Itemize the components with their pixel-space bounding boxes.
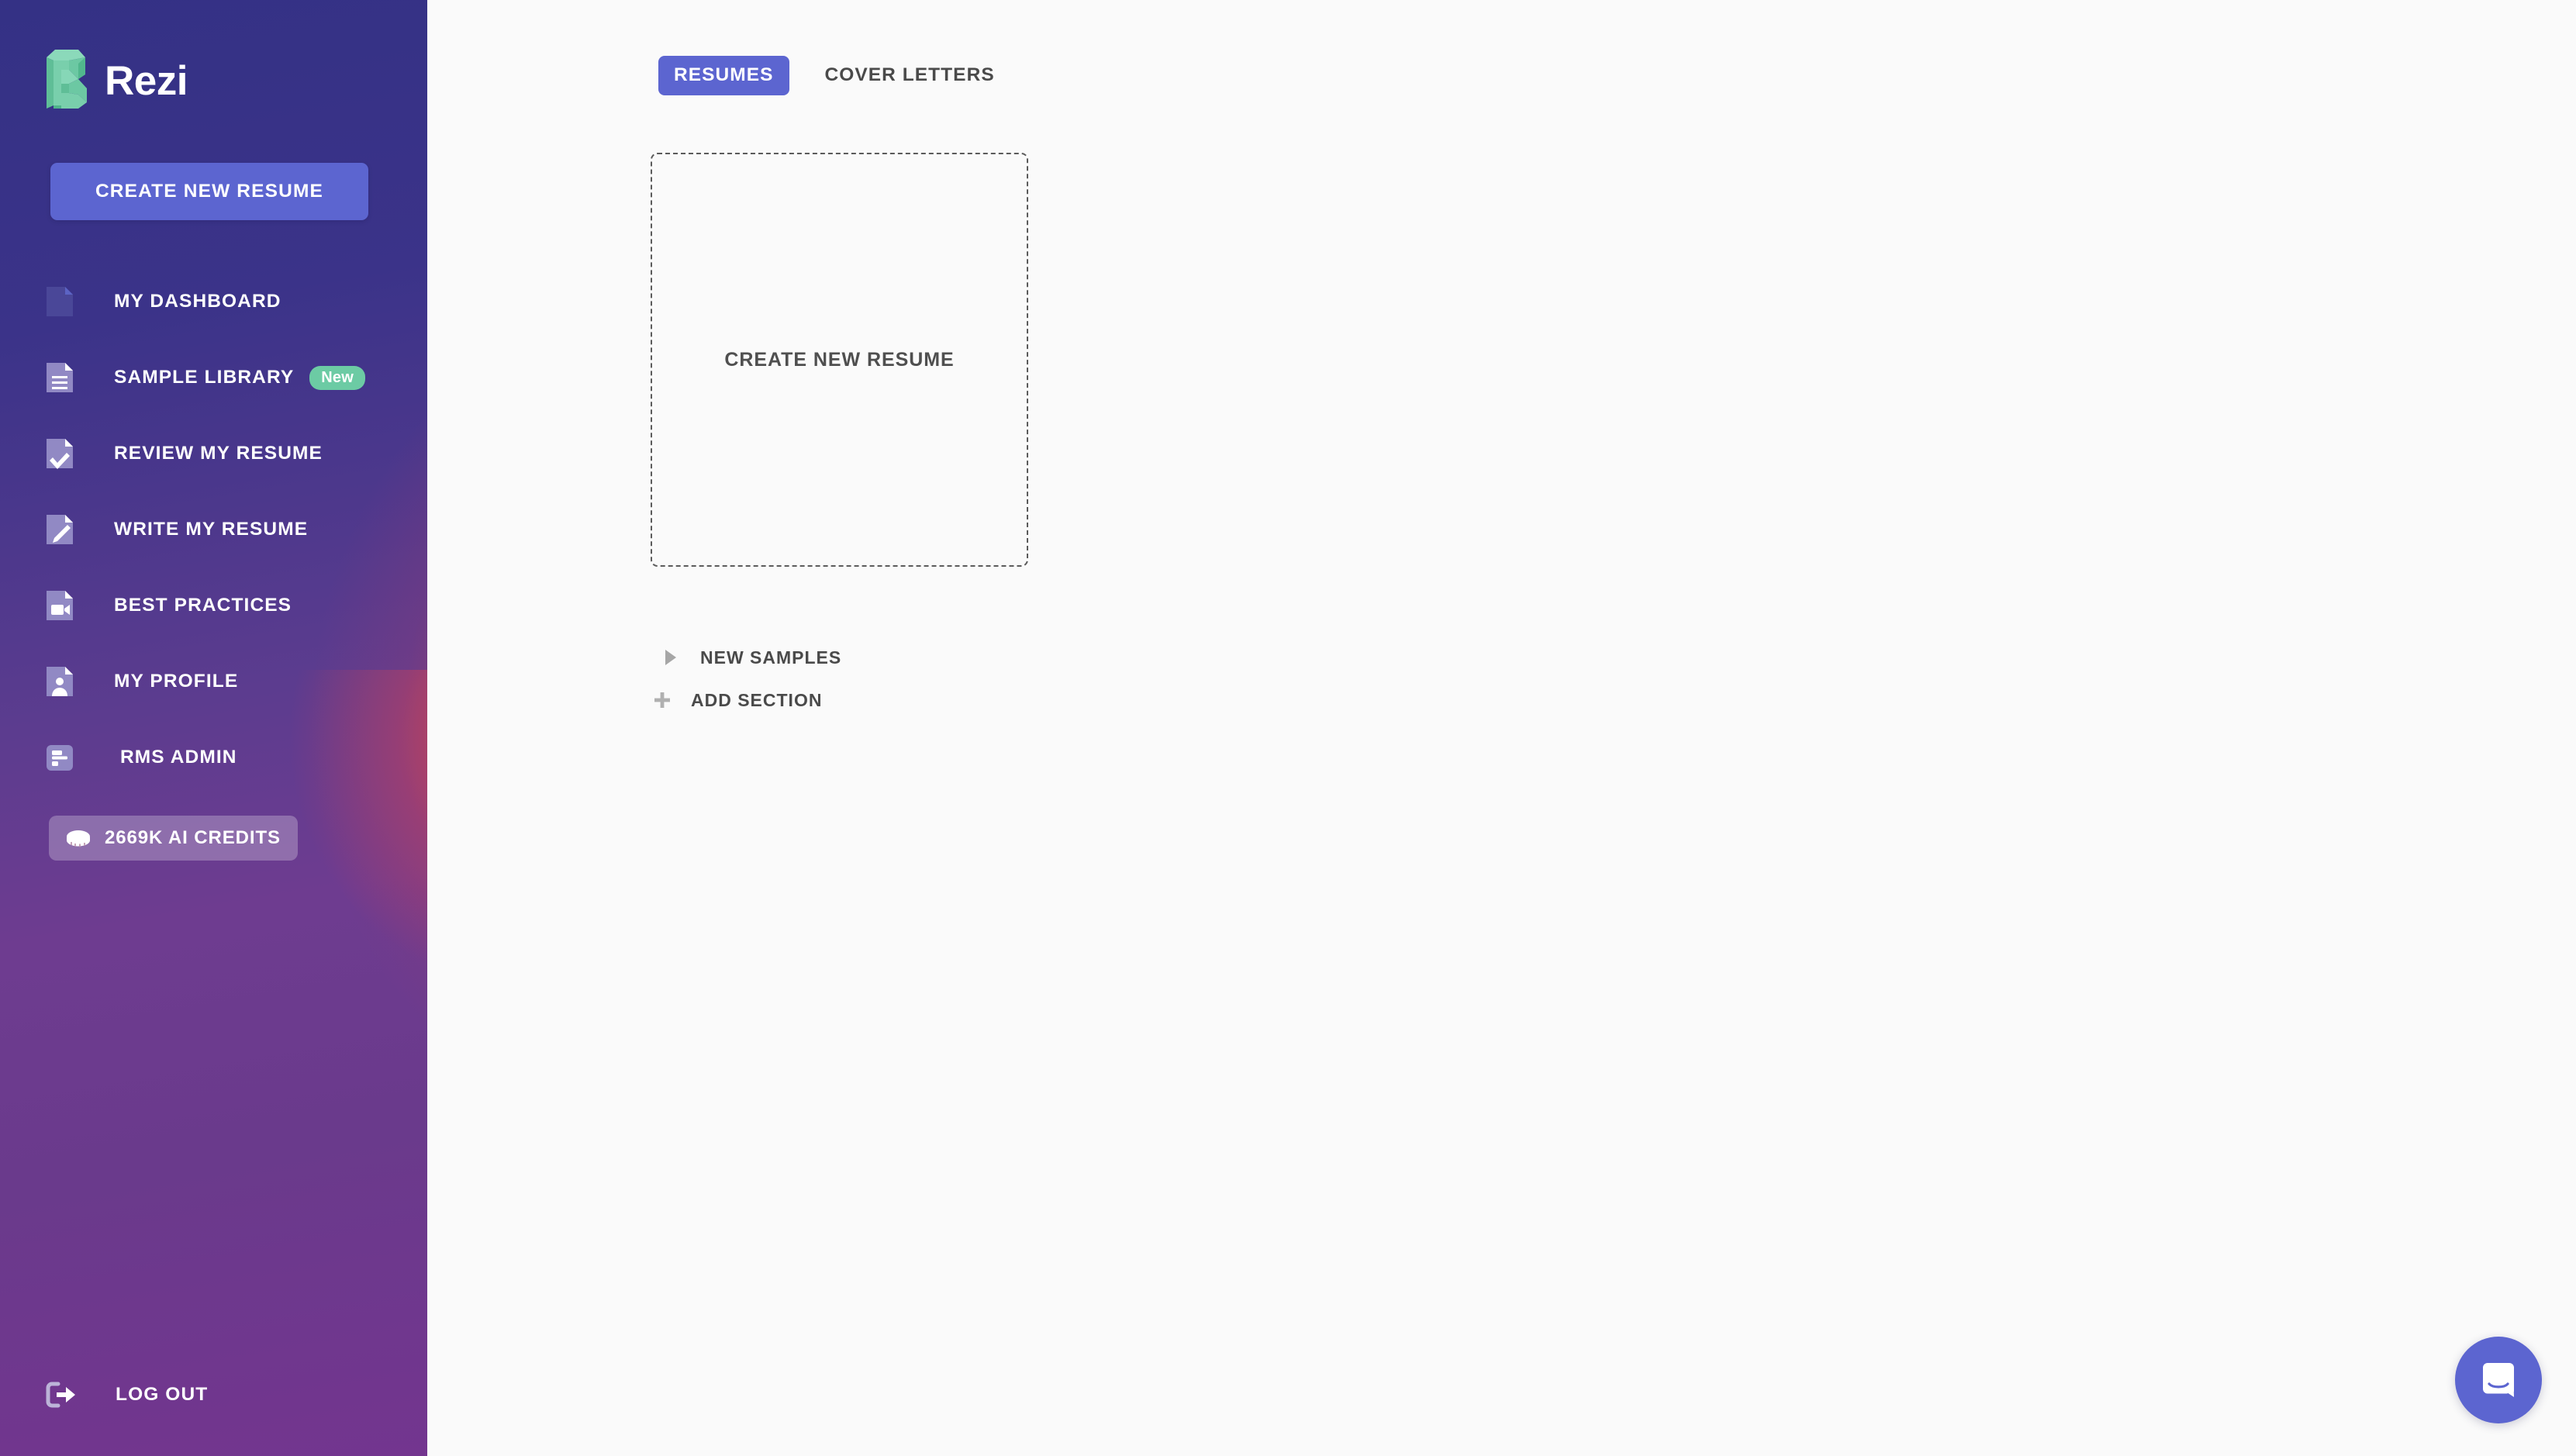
create-new-resume-card[interactable]: CREATE NEW RESUME — [651, 153, 1028, 567]
main-content: RESUMES COVER LETTERS CREATE NEW RESUME … — [427, 0, 2576, 1456]
sidebar-item-label: MY PROFILE — [114, 671, 239, 692]
add-section-label: ADD SECTION — [691, 689, 823, 710]
caret-right-icon — [665, 650, 676, 665]
plus-icon — [654, 692, 670, 708]
tab-bar: RESUMES COVER LETTERS — [658, 56, 1010, 95]
document-person-icon — [47, 667, 73, 696]
logout-button[interactable]: LOG OUT — [44, 1378, 208, 1411]
document-video-icon — [47, 591, 73, 620]
sidebar-item-rms-admin[interactable]: RMS ADMIN — [0, 719, 427, 795]
sidebar: Rezi CREATE NEW RESUME MY DASHBOARD SAMP… — [0, 0, 427, 1456]
sidebar-item-label: BEST PRACTICES — [114, 595, 292, 616]
list-bars-icon — [47, 745, 73, 771]
sidebar-item-label: MY DASHBOARD — [114, 291, 281, 312]
document-lines-icon — [47, 363, 73, 392]
new-samples-label: NEW SAMPLES — [700, 647, 842, 668]
sidebar-nav: MY DASHBOARD SAMPLE LIBRARY New REVIEW M… — [0, 264, 427, 795]
brand-logo[interactable]: Rezi — [44, 48, 188, 110]
sidebar-item-review-my-resume[interactable]: REVIEW MY RESUME — [0, 416, 427, 492]
sidebar-item-my-dashboard[interactable]: MY DASHBOARD — [0, 264, 427, 340]
new-samples-section-toggle[interactable]: NEW SAMPLES — [651, 646, 841, 669]
sidebar-item-best-practices[interactable]: BEST PRACTICES — [0, 568, 427, 643]
brand-name: Rezi — [105, 57, 188, 104]
rezi-origami-r-logo-icon — [47, 50, 87, 109]
sidebar-item-label: SAMPLE LIBRARY — [114, 367, 295, 388]
sidebar-item-label: WRITE MY RESUME — [114, 519, 309, 540]
sidebar-item-badge: New — [309, 365, 366, 390]
ai-credits-chip[interactable]: 2669K AI CREDITS — [49, 816, 298, 861]
add-section-button[interactable]: ADD SECTION — [651, 688, 822, 712]
coin-icon — [67, 830, 90, 847]
tab-cover-letters[interactable]: COVER LETTERS — [810, 56, 1010, 95]
ai-credits-label: 2669K AI CREDITS — [105, 827, 281, 848]
app-root: Rezi CREATE NEW RESUME MY DASHBOARD SAMP… — [0, 0, 2576, 1456]
sidebar-item-my-profile[interactable]: MY PROFILE — [0, 643, 427, 719]
sidebar-item-sample-library[interactable]: SAMPLE LIBRARY New — [0, 340, 427, 416]
create-new-resume-button[interactable]: CREATE NEW RESUME — [50, 163, 368, 220]
document-pencil-icon — [47, 515, 73, 544]
create-new-resume-card-label: CREATE NEW RESUME — [724, 348, 955, 371]
sidebar-item-label: REVIEW MY RESUME — [114, 443, 323, 464]
document-check-icon — [47, 439, 73, 469]
intercom-launcher-button[interactable] — [2455, 1337, 2542, 1423]
tab-resumes[interactable]: RESUMES — [658, 56, 789, 95]
logout-label: LOG OUT — [116, 1384, 209, 1405]
document-icon — [47, 287, 73, 316]
sidebar-item-label: RMS ADMIN — [120, 747, 237, 768]
sidebar-item-write-my-resume[interactable]: WRITE MY RESUME — [0, 492, 427, 568]
chat-bubble-smile-icon — [2483, 1363, 2515, 1397]
logout-arrow-icon — [46, 1382, 75, 1408]
